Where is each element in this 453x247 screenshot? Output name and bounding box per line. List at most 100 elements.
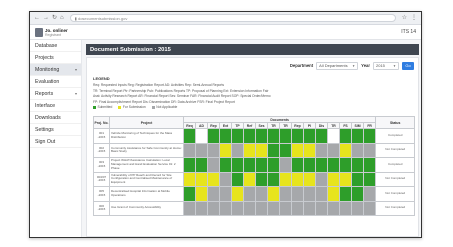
document-status-cell[interactable] <box>219 171 232 187</box>
document-status-cell[interactable] <box>231 186 244 202</box>
document-status-cell[interactable] <box>291 186 304 202</box>
document-status-cell[interactable] <box>207 128 220 144</box>
document-status-cell[interactable] <box>267 157 280 173</box>
document-status-cell[interactable] <box>339 186 352 202</box>
document-status-cell[interactable] <box>303 128 316 144</box>
year-select[interactable]: 2015 ▼ <box>373 61 399 70</box>
project-cell[interactable]: Decentralised Hospital Information at Mo… <box>109 186 184 202</box>
document-status-cell[interactable] <box>195 200 208 216</box>
document-status-cell[interactable] <box>267 171 280 187</box>
document-status-cell[interactable] <box>327 171 340 187</box>
table-row[interactable]: 001 -2015 Vehicle Monitoring of Technique… <box>93 128 416 144</box>
sidebar-item-monitoring[interactable]: Monitoring ▾ <box>30 64 81 76</box>
document-status-cell[interactable] <box>183 200 196 216</box>
document-status-cell[interactable] <box>255 128 268 144</box>
sidebar-item-downloads[interactable]: Downloads <box>30 112 81 124</box>
document-status-cell[interactable] <box>243 186 256 202</box>
document-status-cell[interactable] <box>339 128 352 144</box>
project-cell[interactable]: Vulnerability of PP Reach and Record for… <box>109 171 184 187</box>
project-cell[interactable]: Project WHAT/Assistance Calculation: Loc… <box>109 157 184 173</box>
document-status-cell[interactable] <box>291 171 304 187</box>
document-status-cell[interactable] <box>207 200 220 216</box>
document-status-cell[interactable] <box>351 128 364 144</box>
document-status-cell[interactable] <box>291 200 304 216</box>
document-status-cell[interactable] <box>362 200 377 216</box>
sidebar-item-sign-out[interactable]: Sign Out <box>30 136 81 148</box>
document-status-cell[interactable] <box>243 128 256 144</box>
star-icon[interactable]: ☆ <box>402 15 407 21</box>
document-status-cell[interactable] <box>351 171 364 187</box>
document-status-cell[interactable] <box>207 171 220 187</box>
document-status-cell[interactable] <box>219 128 232 144</box>
document-status-cell[interactable] <box>267 186 280 202</box>
document-status-cell[interactable] <box>362 186 377 202</box>
document-status-cell[interactable] <box>315 200 328 216</box>
menu-icon[interactable]: ⋮ <box>411 15 417 21</box>
document-status-cell[interactable] <box>267 200 280 216</box>
document-status-cell[interactable] <box>315 128 328 144</box>
document-status-cell[interactable] <box>291 157 304 173</box>
document-status-cell[interactable] <box>255 200 268 216</box>
document-status-cell[interactable] <box>255 142 268 158</box>
table-row[interactable]: 005 -2015 Decentralised Hospital Informat… <box>93 186 416 202</box>
document-status-cell[interactable] <box>303 142 316 158</box>
document-status-cell[interactable] <box>279 186 292 202</box>
document-status-cell[interactable] <box>327 157 340 173</box>
document-status-cell[interactable] <box>231 171 244 187</box>
document-status-cell[interactable] <box>327 186 340 202</box>
sidebar-item-interface[interactable]: Interface <box>30 100 81 112</box>
document-status-cell[interactable] <box>183 128 196 144</box>
back-icon[interactable]: ← <box>34 15 40 21</box>
table-row[interactable]: 003 -2015 Project WHAT/Assistance Calcula… <box>93 157 416 173</box>
document-status-cell[interactable] <box>231 157 244 173</box>
table-row[interactable]: 002 -2015 Community Assistance for Safe C… <box>93 142 416 158</box>
document-status-cell[interactable] <box>303 171 316 187</box>
department-select[interactable]: All Departments ▼ <box>316 61 359 70</box>
document-status-cell[interactable] <box>243 142 256 158</box>
document-status-cell[interactable] <box>362 171 377 187</box>
document-status-cell[interactable] <box>291 142 304 158</box>
document-status-cell[interactable] <box>339 171 352 187</box>
document-status-cell[interactable] <box>291 128 304 144</box>
document-status-cell[interactable] <box>315 186 328 202</box>
reload-icon[interactable]: ↻ <box>52 15 57 21</box>
document-status-cell[interactable] <box>303 157 316 173</box>
document-status-cell[interactable] <box>279 200 292 216</box>
document-status-cell[interactable] <box>303 186 316 202</box>
document-status-cell[interactable] <box>207 157 220 173</box>
go-button[interactable]: Go <box>402 61 414 70</box>
document-status-cell[interactable] <box>279 171 292 187</box>
document-status-cell[interactable] <box>243 171 256 187</box>
table-row[interactable]: 004/07 -2015 Vulnerability of PP Reach an… <box>93 171 416 187</box>
sidebar-item-settings[interactable]: Settings <box>30 124 81 136</box>
document-status-cell[interactable] <box>362 128 377 144</box>
document-status-cell[interactable] <box>362 142 377 158</box>
sidebar-item-database[interactable]: Database <box>30 40 81 52</box>
document-status-cell[interactable] <box>195 171 208 187</box>
document-status-cell[interactable] <box>267 142 280 158</box>
table-row[interactable]: 006 -2015 Use Grant of Community Accessib… <box>93 200 416 216</box>
address-bar[interactable]: ▮ dosecumentsubmission.gov <box>69 14 396 22</box>
document-status-cell[interactable] <box>279 157 292 173</box>
document-status-cell[interactable] <box>219 200 232 216</box>
document-status-cell[interactable] <box>255 186 268 202</box>
sidebar-item-projects[interactable]: Projects <box>30 52 81 64</box>
document-status-cell[interactable] <box>183 142 196 158</box>
document-status-cell[interactable] <box>183 186 196 202</box>
document-status-cell[interactable] <box>183 171 196 187</box>
document-status-cell[interactable] <box>327 142 340 158</box>
document-status-cell[interactable] <box>351 186 364 202</box>
document-status-cell[interactable] <box>195 157 208 173</box>
document-status-cell[interactable] <box>195 142 208 158</box>
project-cell[interactable]: Use Grant of Community Accessibility <box>109 200 184 216</box>
document-status-cell[interactable] <box>231 128 244 144</box>
document-status-cell[interactable] <box>231 200 244 216</box>
document-status-cell[interactable] <box>195 186 208 202</box>
document-status-cell[interactable] <box>315 157 328 173</box>
document-status-cell[interactable] <box>231 142 244 158</box>
document-status-cell[interactable] <box>195 128 208 144</box>
document-status-cell[interactable] <box>351 157 364 173</box>
document-status-cell[interactable] <box>315 171 328 187</box>
document-status-cell[interactable] <box>351 200 364 216</box>
project-cell[interactable]: Vehicle Monitoring of Techniques for the… <box>109 128 184 144</box>
